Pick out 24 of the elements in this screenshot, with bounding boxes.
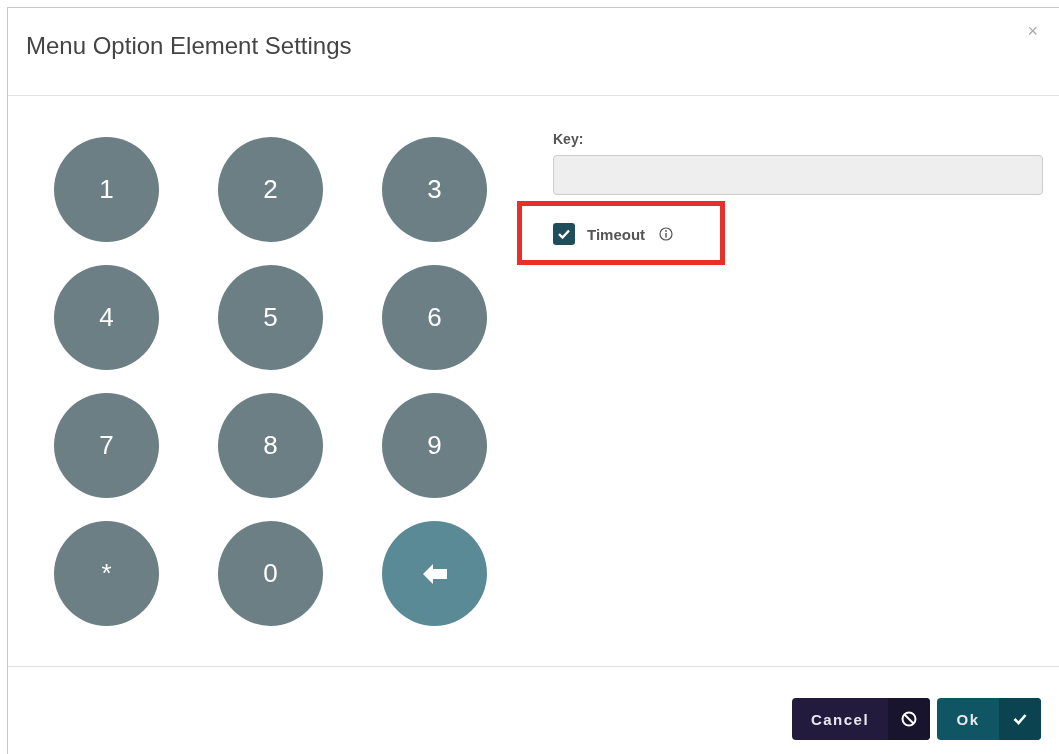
keypad-key[interactable]: 7 [54, 393, 159, 498]
cancel-button[interactable]: Cancel [792, 698, 930, 740]
keypad-key[interactable]: * [54, 521, 159, 626]
left-arrow-icon [422, 563, 447, 584]
checkmark-icon [1013, 713, 1027, 725]
keypad-key[interactable]: 5 [218, 265, 323, 370]
keypad-key[interactable]: 0 [218, 521, 323, 626]
keypad-key[interactable]: 9 [382, 393, 487, 498]
keypad-key[interactable]: 8 [218, 393, 323, 498]
close-button[interactable]: × [1027, 21, 1038, 42]
keypad-key[interactable]: 3 [382, 137, 487, 242]
timeout-label: Timeout [587, 225, 646, 243]
timeout-checkbox[interactable] [553, 223, 575, 245]
key-label: Key: [553, 131, 585, 147]
ok-button[interactable]: Ok [937, 698, 1041, 740]
keypad-key[interactable]: 4 [54, 265, 159, 370]
keypad-key[interactable]: 1 [54, 137, 159, 242]
info-icon [659, 227, 674, 241]
keypad-key[interactable]: 6 [382, 265, 487, 370]
checkmark-icon [558, 229, 570, 239]
dialog-title: Menu Option Element Settings [26, 31, 352, 60]
keypad-key[interactable]: 2 [218, 137, 323, 242]
prohibited-icon [901, 711, 917, 727]
key-input-field[interactable] [553, 155, 1043, 195]
